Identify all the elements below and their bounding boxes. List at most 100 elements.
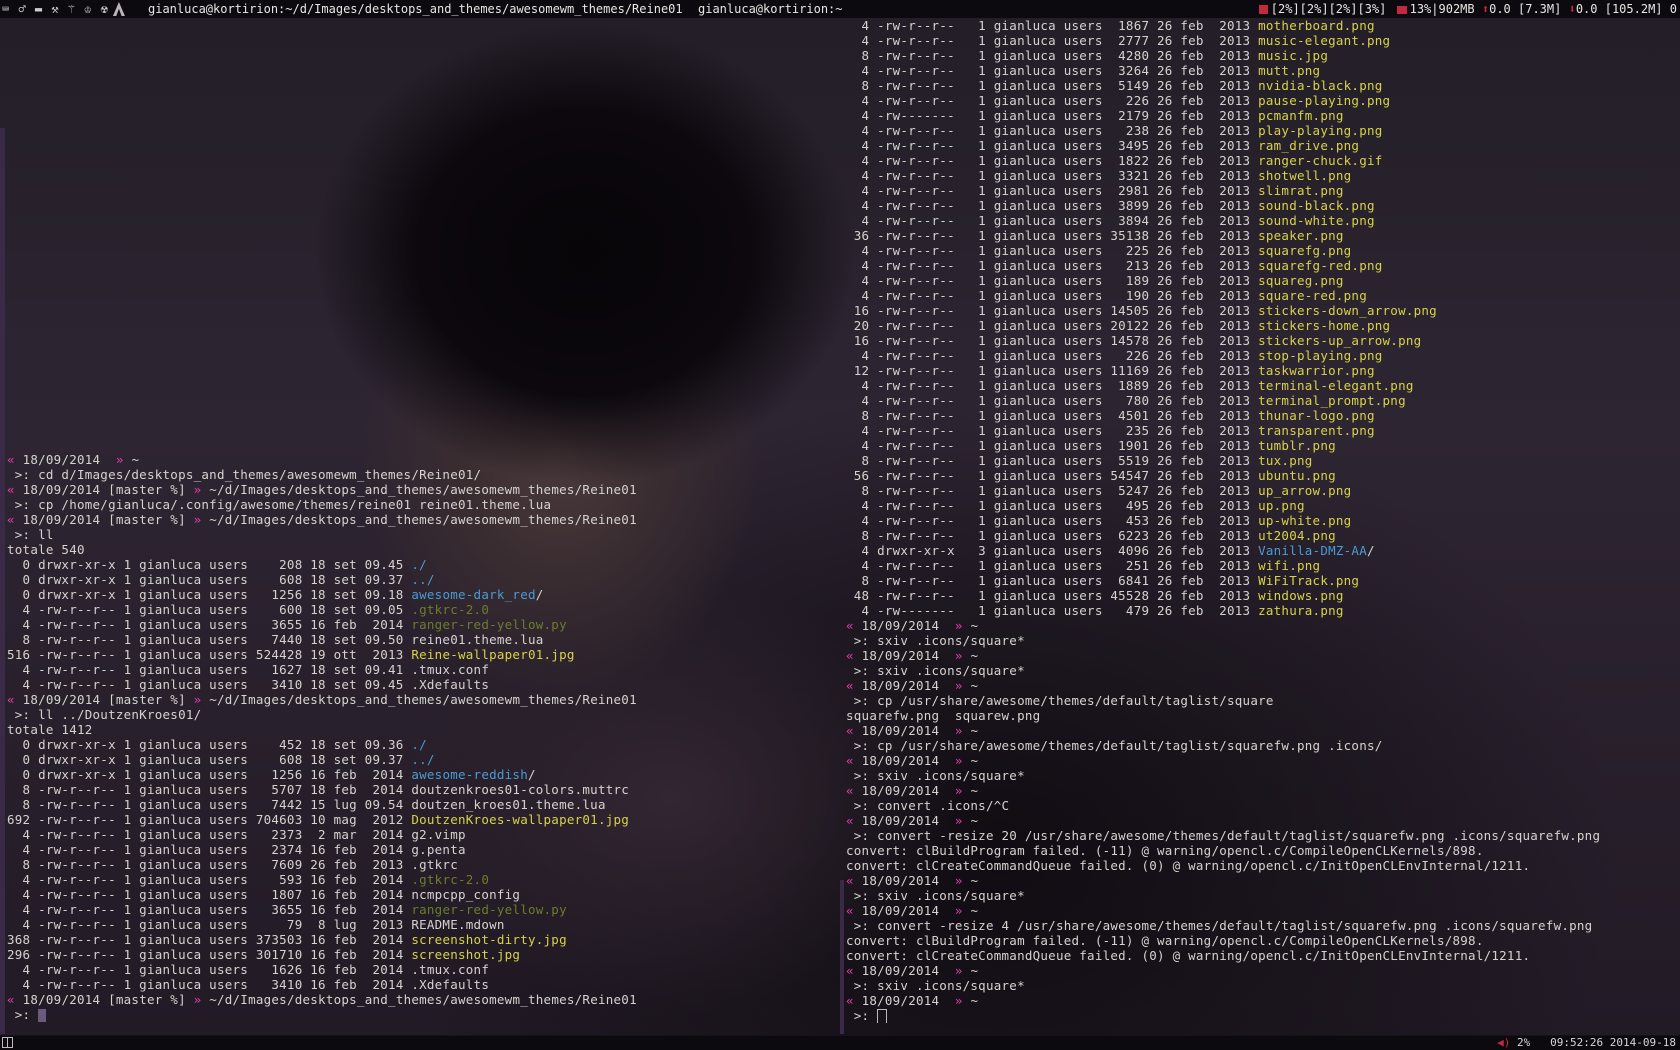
terminal-text: » bbox=[947, 903, 971, 918]
terminal-text: >: bbox=[7, 1007, 39, 1022]
terminal-text: » bbox=[193, 482, 210, 497]
terminal-cursor bbox=[877, 1009, 888, 1023]
terminal-text: 4 -rw-r--r-- 1 gianluca users 1807 16 fe… bbox=[7, 887, 521, 902]
terminal-text: awesome-reddish bbox=[411, 767, 528, 782]
terminal-text: 692 -rw-r--r-- 1 gianluca users 704603 1… bbox=[7, 812, 412, 827]
left-terminal[interactable]: « 18/09/2014 » ~ >: cd d/Images/desktops… bbox=[7, 452, 845, 1022]
terminal-line: >: ll ../DoutzenKroes01/ bbox=[7, 707, 845, 722]
terminal-text: » bbox=[947, 678, 971, 693]
terminal-text: .gtkrc-2.0 bbox=[411, 872, 490, 887]
terminal-text: 0 drwxr-xr-x 1 gianluca users 452 18 set… bbox=[7, 737, 412, 752]
terminal-line: 4 -rw-r--r-- 1 gianluca users 1626 16 fe… bbox=[7, 962, 845, 977]
terminal-text: 18/09/2014 bbox=[861, 753, 948, 768]
terminal-text: squarefg.png bbox=[1258, 243, 1352, 258]
terminal-text: up_arrow.png bbox=[1258, 483, 1352, 498]
terminal-text: / bbox=[1366, 543, 1375, 558]
terminal-line: >: sxiv .icons/square* bbox=[846, 663, 1680, 678]
terminal-line: « 18/09/2014 » ~ bbox=[846, 783, 1680, 798]
terminal-text: 4 -rw------- 1 gianluca users 479 26 feb… bbox=[846, 603, 1259, 618]
terminal-line: 4 -rw-r--r-- 1 gianluca users 225 26 feb… bbox=[846, 243, 1680, 258]
terminal-text: windows.png bbox=[1258, 588, 1344, 603]
terminal-text: « bbox=[846, 678, 862, 693]
terminal-text: squarefg-red.png bbox=[1258, 258, 1383, 273]
volume-icon[interactable]: ◀) bbox=[1497, 1036, 1510, 1049]
terminal-line: 4 -rw-r--r-- 1 gianluca users 3495 26 fe… bbox=[846, 138, 1680, 153]
tile-layout-icon[interactable] bbox=[2, 1037, 13, 1048]
terminal-text: 4 -rw-r--r-- 1 gianluca users 2981 26 fe… bbox=[846, 183, 1259, 198]
terminal-text: stickers-home.png bbox=[1258, 318, 1391, 333]
terminal-text: 4 -rw-r--r-- 1 gianluca users 1867 26 fe… bbox=[846, 18, 1259, 33]
terminal-line: >: cp /usr/share/awesome/themes/default/… bbox=[846, 693, 1680, 708]
terminal-text: ~ bbox=[970, 618, 979, 633]
terminal-line: « 18/09/2014 [master %] » ~/d/Images/des… bbox=[7, 482, 845, 497]
terminal-text: » bbox=[108, 452, 132, 467]
terminal-text: totale 540 bbox=[7, 542, 85, 557]
task-active-terminal[interactable]: gianluca@kortirion:~/d/Images/desktops_a… bbox=[148, 0, 683, 18]
terminal-text: speaker.png bbox=[1258, 228, 1344, 243]
terminal-text: >: cp /usr/share/awesome/themes/default/… bbox=[846, 693, 1274, 708]
launcher-icons[interactable]: ⌨ ♂ ▬ ⚒ ⚚ ♔ ☢ bbox=[2, 0, 125, 18]
terminal-text: 16 -rw-r--r-- 1 gianluca users 14505 26 … bbox=[846, 303, 1259, 318]
terminal-line: >: sxiv .icons/square* bbox=[846, 633, 1680, 648]
terminal-text: 8 -rw-r--r-- 1 gianluca users 7442 15 lu… bbox=[7, 797, 606, 812]
terminal-text: ~/d/Images/desktops_and_themes/awesomewm… bbox=[209, 692, 637, 707]
terminal-line: 4 drwxr-xr-x 3 gianluca users 4096 26 fe… bbox=[846, 543, 1680, 558]
bottom-status: ◀) 2% 09:52:26 2014-09-18 bbox=[1497, 1036, 1676, 1050]
layout-indicators[interactable]: [2%][2%][2%][3%] bbox=[1271, 2, 1387, 16]
right-terminal[interactable]: 4 -rw-r--r-- 1 gianluca users 1867 26 fe… bbox=[846, 18, 1680, 1023]
terminal-text: 0 drwxr-xr-x 1 gianluca users 608 18 set… bbox=[7, 752, 412, 767]
terminal-text: convert: clCreateCommandQueue failed. (0… bbox=[846, 858, 1531, 873]
terminal-text: sound-white.png bbox=[1258, 213, 1375, 228]
terminal-line: « 18/09/2014 » ~ bbox=[846, 618, 1680, 633]
terminal-line: « 18/09/2014 » ~ bbox=[846, 903, 1680, 918]
terminal-text: 0 drwxr-xr-x 1 gianluca users 1256 18 se… bbox=[7, 587, 412, 602]
net-download: 0.0 [105.2M] bbox=[1575, 2, 1663, 16]
terminal-line: 4 -rw-r--r-- 1 gianluca users 600 18 set… bbox=[7, 602, 845, 617]
terminal-text: squareg.png bbox=[1258, 273, 1344, 288]
terminal-line: « 18/09/2014 » ~ bbox=[846, 813, 1680, 828]
terminal-text: tux.png bbox=[1258, 453, 1313, 468]
taglist-square-icon bbox=[1258, 5, 1268, 14]
terminal-text: DoutzenKroes-wallpaper01.jpg bbox=[411, 812, 630, 827]
terminal-line: >: cd d/Images/desktops_and_themes/aweso… bbox=[7, 467, 845, 482]
terminal-text: >: sxiv .icons/square* bbox=[846, 633, 1025, 648]
terminal-line: 4 -rw-r--r-- 1 gianluca users 1901 26 fe… bbox=[846, 438, 1680, 453]
terminal-line: 4 -rw-r--r-- 1 gianluca users 213 26 feb… bbox=[846, 258, 1680, 273]
terminal-text: pcmanfm.png bbox=[1258, 108, 1344, 123]
terminal-text: 8 -rw-r--r-- 1 gianluca users 5707 18 fe… bbox=[7, 782, 630, 797]
terminal-text: stickers-up_arrow.png bbox=[1258, 333, 1422, 348]
terminal-line: 4 -rw-r--r-- 1 gianluca users 1627 18 se… bbox=[7, 662, 845, 677]
terminal-line: squarefw.png squarew.png bbox=[846, 708, 1680, 723]
terminal-line: 296 -rw-r--r-- 1 gianluca users 301710 1… bbox=[7, 947, 845, 962]
terminal-text: » bbox=[947, 993, 971, 1008]
terminal-line: « 18/09/2014 [master %] » ~/d/Images/des… bbox=[7, 692, 845, 707]
terminal-text: >: convert .icons/^C bbox=[846, 798, 1010, 813]
memory-usage: 13%|902MB bbox=[1409, 2, 1475, 16]
terminal-line: « 18/09/2014 » ~ bbox=[846, 993, 1680, 1008]
terminal-text: 4 -rw-r--r-- 1 gianluca users 251 26 feb… bbox=[846, 558, 1259, 573]
terminal-text: stickers-down_arrow.png bbox=[1258, 303, 1437, 318]
terminal-line: >: convert .icons/^C bbox=[846, 798, 1680, 813]
terminal-line: 4 -rw-r--r-- 1 gianluca users 3655 16 fe… bbox=[7, 617, 845, 632]
terminal-text: » bbox=[947, 753, 971, 768]
terminal-text: ubuntu.png bbox=[1258, 468, 1336, 483]
terminal-text: ~/d/Images/desktops_and_themes/awesomewm… bbox=[209, 482, 637, 497]
terminal-text: ut2004.png bbox=[1258, 528, 1336, 543]
arch-logo-icon[interactable] bbox=[112, 2, 125, 16]
terminal-text: >: sxiv .icons/square* bbox=[846, 978, 1025, 993]
terminal-line: 4 -rw-r--r-- 1 gianluca users 190 26 feb… bbox=[846, 288, 1680, 303]
launcher-icons-glyphs[interactable]: ⌨ ♂ ▬ ⚒ ⚚ ♔ ☢ bbox=[2, 2, 109, 16]
terminal-text: « bbox=[846, 963, 862, 978]
terminal-text: 4 -rw-r--r-- 1 gianluca users 226 26 feb… bbox=[846, 348, 1259, 363]
terminal-line: >: sxiv .icons/square* bbox=[846, 888, 1680, 903]
terminal-line: 4 -rw-r--r-- 1 gianluca users 3264 26 fe… bbox=[846, 63, 1680, 78]
terminal-line: 8 -rw-r--r-- 1 gianluca users 6223 26 fe… bbox=[846, 528, 1680, 543]
terminal-line: 4 -rw------- 1 gianluca users 2179 26 fe… bbox=[846, 108, 1680, 123]
terminal-line: 692 -rw-r--r-- 1 gianluca users 704603 1… bbox=[7, 812, 845, 827]
terminal-line: « 18/09/2014 » ~ bbox=[846, 873, 1680, 888]
terminal-text: nvidia-black.png bbox=[1258, 78, 1383, 93]
task-home-terminal[interactable]: gianluca@kortirion:~ bbox=[698, 0, 843, 18]
terminal-line: 4 -rw-r--r-- 1 gianluca users 2981 26 fe… bbox=[846, 183, 1680, 198]
terminal-text: convert: clBuildProgram failed. (-11) @ … bbox=[846, 843, 1484, 858]
terminal-text: ../ bbox=[411, 572, 435, 587]
